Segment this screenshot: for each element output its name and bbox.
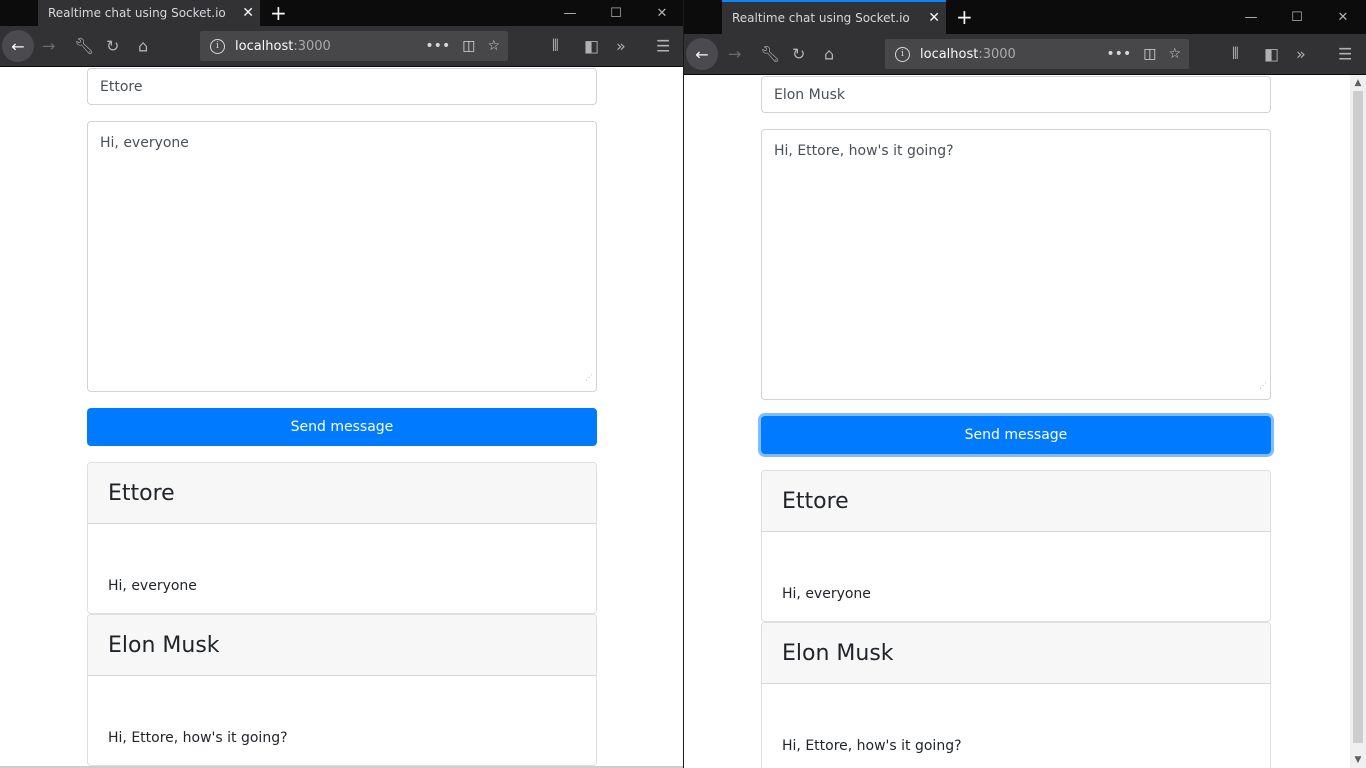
name-input[interactable]: Ettore xyxy=(87,68,597,105)
tab-bar: Realtime chat using Socket.io ✕ + — ☐ ✕ xyxy=(0,0,683,26)
wrench-icon[interactable]: 🔧︎ xyxy=(760,45,780,64)
name-input[interactable]: Elon Musk xyxy=(761,76,1271,113)
message-card: Elon Musk Hi, Ettore, how's it going? xyxy=(87,614,597,766)
close-icon[interactable]: ✕ xyxy=(242,5,254,21)
message-card: Ettore Hi, everyone xyxy=(87,462,597,614)
message-body: Hi, everyone xyxy=(762,532,1270,620)
window-close-icon[interactable]: ✕ xyxy=(1320,0,1366,34)
scroll-down-arrow-icon[interactable]: ▼ xyxy=(1350,752,1366,768)
minimize-icon[interactable]: — xyxy=(547,0,593,26)
message-card: Ettore Hi, everyone xyxy=(761,470,1271,622)
maximize-icon[interactable]: ☐ xyxy=(593,0,639,26)
url-host: localhost xyxy=(235,38,294,54)
library-icon[interactable]: ⫴ xyxy=(1232,44,1239,64)
nav-toolbar: ← → 🔧︎ ↻ ⌂ i localhost:3000 ••• ◫ ☆ ⫴ ◧ … xyxy=(684,34,1366,75)
window-controls: — ☐ ✕ xyxy=(547,0,683,26)
vertical-scrollbar[interactable]: ▲ ▼ xyxy=(1350,75,1366,768)
url-bar[interactable]: i localhost:3000 ••• ◫ ☆ xyxy=(200,31,508,61)
message-card: Elon Musk Hi, Ettore, how's it going? xyxy=(761,622,1271,768)
url-port: :3000 xyxy=(293,38,331,54)
page-content: Elon Musk Hi, Ettore, how's it going? ⋰ … xyxy=(684,75,1366,768)
message-body: Hi, Ettore, how's it going? xyxy=(762,684,1270,768)
overflow-icon[interactable]: » xyxy=(616,37,626,56)
hamburger-menu-icon[interactable]: ☰ xyxy=(656,37,670,56)
scrollbar-thumb[interactable] xyxy=(1353,91,1363,743)
message-textarea[interactable]: Hi, everyone ⋰ xyxy=(87,121,597,392)
sidebar-icon[interactable]: ◧ xyxy=(1264,45,1279,64)
message-body: Hi, everyone xyxy=(88,524,596,612)
back-arrow-icon[interactable]: ← xyxy=(2,30,34,62)
forward-arrow-icon[interactable]: → xyxy=(42,37,55,56)
minimize-icon[interactable]: — xyxy=(1228,0,1274,34)
info-icon[interactable]: i xyxy=(895,46,910,62)
message-text: Hi, Ettore, how's it going? xyxy=(782,738,962,754)
browser-window-left: Realtime chat using Socket.io ✕ + — ☐ ✕ … xyxy=(0,0,683,768)
wrench-icon[interactable]: 🔧︎ xyxy=(74,37,94,56)
tab-chat[interactable]: Realtime chat using Socket.io ✕ xyxy=(722,0,946,34)
message-text: Hi, everyone xyxy=(100,135,189,151)
pocket-icon[interactable]: ◫ xyxy=(462,38,475,54)
maximize-icon[interactable]: ☐ xyxy=(1274,0,1320,34)
page-content: Ettore Hi, everyone ⋰ Send message Ettor… xyxy=(0,67,683,768)
star-icon[interactable]: ☆ xyxy=(487,38,500,54)
more-icon[interactable]: ••• xyxy=(1106,46,1131,62)
browser-window-right: Realtime chat using Socket.io ✕ + — ☐ ✕ … xyxy=(684,0,1366,768)
message-text: Hi, everyone xyxy=(782,586,871,602)
nav-toolbar: ← → 🔧︎ ↻ ⌂ i localhost:3000 ••• ◫ ☆ ⫴ ◧ … xyxy=(0,26,683,67)
sidebar-icon[interactable]: ◧ xyxy=(584,37,599,56)
message-author: Ettore xyxy=(88,463,596,524)
library-icon[interactable]: ⫴ xyxy=(552,36,559,56)
home-icon[interactable]: ⌂ xyxy=(138,37,148,56)
message-body: Hi, Ettore, how's it going? xyxy=(88,676,596,764)
url-host: localhost xyxy=(920,46,979,62)
plus-icon[interactable]: + xyxy=(956,5,973,29)
overflow-icon[interactable]: » xyxy=(1296,45,1306,64)
message-author: Elon Musk xyxy=(762,623,1270,684)
message-text: Hi, Ettore, how's it going? xyxy=(108,730,288,746)
window-close-icon[interactable]: ✕ xyxy=(639,0,683,26)
tab-chat[interactable]: Realtime chat using Socket.io ✕ xyxy=(38,0,260,26)
resize-grip-icon[interactable]: ⋰ xyxy=(585,368,593,388)
tab-bar: Realtime chat using Socket.io ✕ + — ☐ ✕ xyxy=(684,0,1366,34)
back-arrow-icon[interactable]: ← xyxy=(686,38,718,70)
url-port: :3000 xyxy=(978,46,1016,62)
home-icon[interactable]: ⌂ xyxy=(824,45,834,64)
reload-icon[interactable]: ↻ xyxy=(106,37,119,56)
hamburger-menu-icon[interactable]: ☰ xyxy=(1338,45,1352,64)
url-bar[interactable]: i localhost:3000 ••• ◫ ☆ xyxy=(885,39,1189,69)
plus-icon[interactable]: + xyxy=(270,1,287,25)
send-message-button[interactable]: Send message xyxy=(87,408,597,446)
message-text: Hi, Ettore, how's it going? xyxy=(774,143,954,159)
reload-icon[interactable]: ↻ xyxy=(792,45,805,64)
info-icon[interactable]: i xyxy=(210,38,225,54)
forward-arrow-icon[interactable]: → xyxy=(728,45,741,64)
scroll-up-arrow-icon[interactable]: ▲ xyxy=(1350,75,1366,91)
message-author: Elon Musk xyxy=(88,615,596,676)
send-message-button[interactable]: Send message xyxy=(761,416,1271,454)
message-textarea[interactable]: Hi, Ettore, how's it going? ⋰ xyxy=(761,129,1271,400)
tab-title: Realtime chat using Socket.io xyxy=(732,11,910,25)
more-icon[interactable]: ••• xyxy=(425,38,450,54)
window-controls: — ☐ ✕ xyxy=(1228,0,1366,34)
star-icon[interactable]: ☆ xyxy=(1168,46,1181,62)
message-text: Hi, everyone xyxy=(108,578,197,594)
tab-title: Realtime chat using Socket.io xyxy=(48,6,226,20)
message-author: Ettore xyxy=(762,471,1270,532)
resize-grip-icon[interactable]: ⋰ xyxy=(1259,376,1267,396)
close-icon[interactable]: ✕ xyxy=(928,10,940,26)
pocket-icon[interactable]: ◫ xyxy=(1143,46,1156,62)
